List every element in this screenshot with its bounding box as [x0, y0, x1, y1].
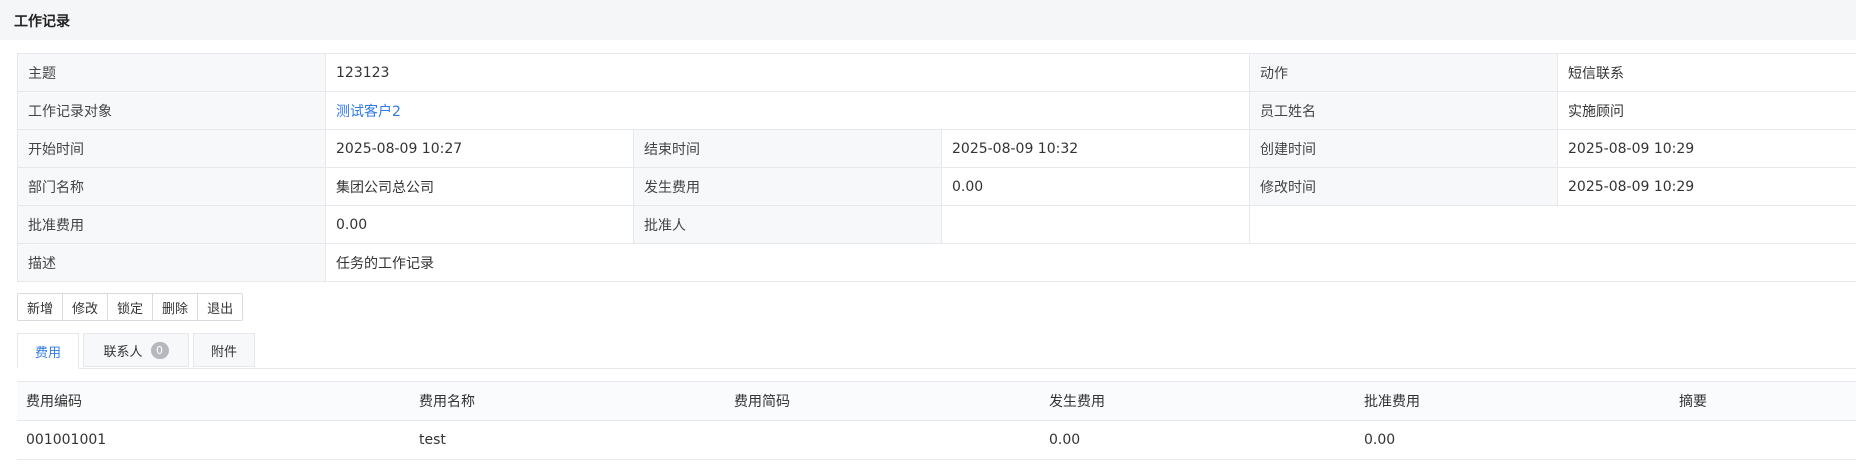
col-fee-name[interactable]: 费用名称 — [410, 381, 725, 421]
subject-label: 主题 — [17, 53, 326, 92]
desc-label: 描述 — [17, 243, 326, 282]
detail-row: 主题 123123 动作 短信联系 — [17, 53, 1856, 92]
modified-time-value: 2025-08-09 10:29 — [1557, 167, 1856, 206]
dept-label: 部门名称 — [17, 167, 326, 206]
detail-table: 主题 123123 动作 短信联系 工作记录对象 测试客户2 员工姓名 实施顾问… — [17, 53, 1856, 282]
staff-label: 员工姓名 — [1249, 91, 1559, 130]
target-link[interactable]: 测试客户2 — [324, 91, 1251, 130]
action-value: 短信联系 — [1557, 53, 1856, 92]
detail-row: 批准费用 0.00 批准人 — [17, 205, 1856, 244]
end-time-label: 结束时间 — [633, 129, 942, 168]
cell-fee-code: 001001001 — [17, 420, 410, 460]
cell-fee-short-code — [725, 420, 1040, 460]
delete-button[interactable]: 删除 — [153, 294, 199, 320]
action-label: 动作 — [1249, 53, 1559, 92]
action-toolbar: 新增 修改 锁定 删除 退出 — [17, 293, 244, 321]
desc-value: 任务的工作记录 — [324, 243, 1856, 282]
add-button[interactable]: 新增 — [18, 294, 64, 320]
modified-time-label: 修改时间 — [1249, 167, 1559, 206]
cell-fee-name: test — [410, 420, 725, 460]
col-approved-cost[interactable]: 批准费用 — [1355, 381, 1670, 421]
created-time-label: 创建时间 — [1249, 129, 1559, 168]
subject-value: 123123 — [324, 53, 1251, 92]
target-label: 工作记录对象 — [17, 91, 326, 130]
detail-row: 开始时间 2025-08-09 10:27 结束时间 2025-08-09 10… — [17, 129, 1856, 168]
approver-label: 批准人 — [633, 205, 942, 244]
tab-fees[interactable]: 费用 — [17, 333, 79, 369]
cell-summary — [1670, 420, 1856, 460]
tab-attachments-label: 附件 — [210, 344, 237, 360]
table-row[interactable]: 001001001 test 0.00 0.00 — [17, 420, 1856, 460]
table-header-row: 费用编码 费用名称 费用简码 发生费用 批准费用 摘要 — [17, 381, 1856, 421]
col-fee-short-code[interactable]: 费用简码 — [725, 381, 1040, 421]
cell-cost: 0.00 — [1040, 420, 1355, 460]
tab-attachments[interactable]: 附件 — [193, 333, 255, 367]
detail-row: 描述 任务的工作记录 — [17, 243, 1856, 282]
approved-cost-value: 0.00 — [325, 205, 634, 244]
tab-contacts-label: 联系人 — [103, 344, 143, 360]
col-fee-code[interactable]: 费用编码 — [17, 381, 410, 421]
approver-value — [940, 205, 1251, 244]
dept-value: 集团公司总公司 — [325, 167, 634, 206]
start-time-value: 2025-08-09 10:27 — [325, 129, 634, 168]
tab-bar: 费用 联系人 0 附件 — [17, 333, 1856, 369]
end-time-value: 2025-08-09 10:32 — [940, 129, 1251, 168]
detail-row: 部门名称 集团公司总公司 发生费用 0.00 修改时间 2025-08-09 1… — [17, 167, 1856, 206]
fees-table: 费用编码 费用名称 费用简码 发生费用 批准费用 摘要 001001001 te… — [17, 381, 1856, 460]
contacts-count-badge: 0 — [150, 341, 169, 359]
approved-cost-label: 批准费用 — [17, 205, 326, 244]
col-summary[interactable]: 摘要 — [1670, 381, 1856, 421]
exit-button[interactable]: 退出 — [198, 294, 243, 320]
lock-button[interactable]: 锁定 — [108, 294, 154, 320]
cost-label: 发生费用 — [633, 167, 942, 206]
tab-contacts[interactable]: 联系人 0 — [83, 333, 189, 367]
page-title: 工作记录 — [14, 14, 70, 30]
staff-value: 实施顾问 — [1557, 91, 1856, 130]
cost-value: 0.00 — [940, 167, 1251, 206]
cell-approved-cost: 0.00 — [1355, 420, 1670, 460]
detail-row: 工作记录对象 测试客户2 员工姓名 实施顾问 — [17, 91, 1856, 130]
col-cost[interactable]: 发生费用 — [1040, 381, 1355, 421]
page-header: 工作记录 — [0, 0, 1856, 40]
tab-fees-label: 费用 — [34, 345, 61, 361]
start-time-label: 开始时间 — [17, 129, 326, 168]
edit-button[interactable]: 修改 — [63, 294, 109, 320]
empty-cell — [1249, 205, 1856, 244]
created-time-value: 2025-08-09 10:29 — [1557, 129, 1856, 168]
